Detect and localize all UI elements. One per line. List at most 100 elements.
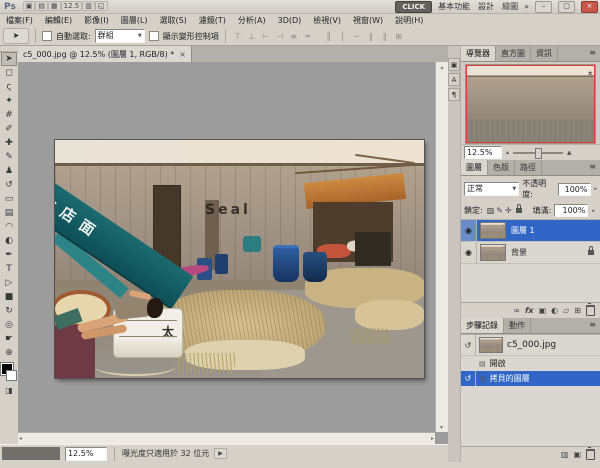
pen-tool[interactable]: ✒ (1, 248, 17, 262)
new-document-from-state-icon[interactable]: ▥ (561, 450, 569, 459)
menu-filter[interactable]: 濾鏡(T) (193, 15, 232, 26)
close-button[interactable]: × (581, 1, 598, 13)
layer-visibility-toggle[interactable]: ◉ (461, 242, 477, 263)
type-tool[interactable]: T (1, 262, 17, 276)
tab-layers[interactable]: 圖層 (461, 160, 488, 175)
align-icon[interactable]: ⊣ (274, 30, 286, 43)
history-step-open[interactable]: ↺ ▤ 開啟 (461, 356, 600, 371)
snapshot-thumbnail[interactable]: Seal 金店面 太 (479, 337, 503, 353)
document-image[interactable]: Seal 金店面 太 (481, 245, 505, 261)
chevron-icon[interactable]: ▸ (592, 208, 595, 214)
hand-tool[interactable]: ☛ (1, 332, 17, 346)
minimize-button[interactable]: – (535, 1, 552, 13)
horizontal-scrollbar[interactable]: ◂▸ (18, 432, 435, 444)
blur-tool[interactable]: ◠ (1, 220, 17, 234)
menu-layer[interactable]: 圖層(L) (115, 15, 154, 26)
document-tab[interactable]: c5_000.jpg @ 12.5% (圖層 1, RGB/8) * × (18, 46, 192, 62)
document-image[interactable]: Seal 金店面 太 (55, 140, 424, 378)
screen-mode-icon[interactable]: ◱ (95, 1, 108, 11)
menu-help[interactable]: 說明(H) (389, 15, 429, 26)
canvas-area[interactable]: Seal 金店面 太 (18, 62, 448, 444)
lasso-tool[interactable]: ς (1, 80, 17, 94)
workspace-painting[interactable]: 繪圖 (502, 1, 518, 12)
tab-paths[interactable]: 路徑 (515, 160, 542, 175)
menu-analysis[interactable]: 分析(A) (232, 15, 272, 26)
vertical-scrollbar[interactable]: ▴▾ (435, 62, 448, 432)
view-extras-icon[interactable]: ▦ (48, 1, 61, 11)
history-snapshot-row[interactable]: ↺ Seal (461, 335, 600, 356)
camera-3d-tool[interactable]: ◎ (1, 318, 17, 332)
opacity-field[interactable]: 100% (558, 183, 590, 196)
tab-actions[interactable]: 動作 (504, 318, 531, 333)
dodge-tool[interactable]: ◐ (1, 234, 17, 248)
menu-3d[interactable]: 3D(D) (272, 16, 308, 25)
layer-thumbnail[interactable]: Seal 金店面 太 (480, 244, 506, 261)
status-zoom-field[interactable]: 12.5% (65, 447, 107, 461)
workspace-overflow[interactable]: » (524, 2, 529, 11)
auto-select-checkbox[interactable] (42, 31, 52, 41)
scroll-left-icon[interactable]: ◂ (19, 435, 22, 442)
adjustment-layer-icon[interactable]: ◐ (551, 306, 558, 315)
panel-menu-icon[interactable]: ≡ (585, 46, 600, 61)
align-icon[interactable]: ⊢ (260, 30, 272, 43)
history-brush-source-icon[interactable]: ↺ (461, 335, 476, 355)
align-icon[interactable]: ═ (302, 30, 314, 43)
spot-healing-tool[interactable]: ✚ (1, 136, 17, 150)
tool-preset-picker[interactable]: ➤ (3, 28, 29, 44)
new-group-icon[interactable]: ▱ (563, 306, 569, 315)
fill-field[interactable]: 100% (554, 204, 588, 217)
layer-row-layer1[interactable]: ◉ Seal (461, 220, 600, 242)
lock-option-icon[interactable]: ✎ (496, 206, 503, 215)
align-icon[interactable]: ⊞ (393, 30, 405, 43)
scroll-down-icon[interactable]: ▾ (440, 424, 443, 431)
align-icon[interactable]: ‖ (365, 30, 377, 43)
layer-style-icon[interactable]: fx (525, 306, 534, 315)
click-button[interactable]: CLICK (395, 1, 432, 13)
align-icon[interactable]: ∥ (379, 30, 391, 43)
history-brush-tool[interactable]: ↺ (1, 178, 17, 192)
align-icon[interactable]: ⊥ (246, 30, 258, 43)
scroll-right-icon[interactable]: ▸ (431, 435, 434, 442)
menu-image[interactable]: 影像(I) (78, 15, 115, 26)
show-transform-checkbox[interactable] (149, 31, 159, 41)
tab-info[interactable]: 資訊 (531, 46, 558, 61)
layer-mask-icon[interactable]: ▣ (539, 306, 547, 315)
lock-option-icon[interactable]: ✛ (505, 206, 512, 215)
navigator-thumbnail[interactable]: Seal 金店面 太 (465, 64, 596, 144)
align-icon[interactable]: ║ (323, 30, 335, 43)
new-snapshot-icon[interactable]: ▣ (573, 450, 581, 459)
layer-row-background[interactable]: ◉ Seal (461, 242, 600, 264)
navigator-view-box[interactable] (466, 65, 595, 143)
blend-mode-dropdown[interactable]: 正常 ▼ (464, 182, 519, 196)
maximize-button[interactable]: ▢ (558, 1, 575, 13)
tab-channels[interactable]: 色版 (488, 160, 515, 175)
align-icon[interactable]: │ (337, 30, 349, 43)
auto-select-dropdown[interactable]: 群組 ▼ (95, 29, 145, 43)
clone-source-panel-icon[interactable]: ▣ (448, 58, 460, 71)
layer-thumbnail[interactable]: Seal 金店面 太 (480, 222, 506, 239)
close-icon[interactable]: × (179, 50, 186, 59)
quick-selection-tool[interactable]: ✦ (1, 94, 17, 108)
panel-menu-icon[interactable]: ≡ (585, 160, 600, 175)
gradient-tool[interactable]: ▤ (1, 206, 17, 220)
zoom-out-icon[interactable]: ▴ (506, 149, 509, 156)
workspace-design[interactable]: 設計 (478, 1, 494, 12)
clone-stamp-tool[interactable]: ♟ (1, 164, 17, 178)
zoom-in-icon[interactable]: ▴ (567, 148, 572, 158)
slider-handle[interactable] (535, 148, 542, 159)
align-icon[interactable]: ≡ (288, 30, 300, 43)
arrange-documents-icon[interactable]: ▥ (82, 1, 95, 11)
zoom-tool[interactable]: ⊕ (1, 346, 17, 360)
chevron-icon[interactable]: ▸ (595, 186, 598, 192)
crop-tool[interactable]: # (1, 108, 17, 122)
menu-file[interactable]: 檔案(F) (0, 15, 39, 26)
status-expand-button[interactable]: ▶ (214, 448, 227, 459)
tab-history[interactable]: 步驟記錄 (461, 318, 504, 333)
background-color-swatch[interactable] (6, 370, 17, 381)
menu-window[interactable]: 視窗(W) (347, 15, 389, 26)
quick-mask-button[interactable]: ◨ (2, 385, 16, 396)
shape-tool[interactable]: ■ (1, 290, 17, 304)
link-layers-icon[interactable]: ∞ (513, 306, 520, 315)
history-brush-source-icon[interactable]: ↺ (461, 371, 476, 386)
path-selection-tool[interactable]: ▷ (1, 276, 17, 290)
